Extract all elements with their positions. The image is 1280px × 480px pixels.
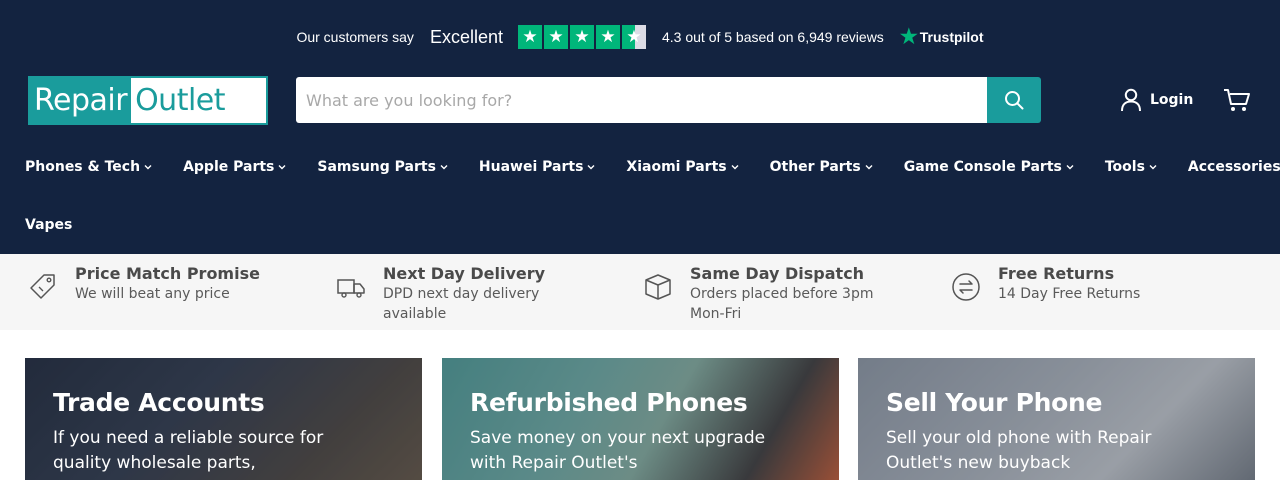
trustpilot-customers-say: Our customers say <box>296 29 414 45</box>
promise-subtitle: Orders placed before 3pm Mon-Fri <box>690 286 874 322</box>
nav-item-label: Other Parts <box>769 159 861 175</box>
nav-item-game-console-parts[interactable]: Game Console Parts <box>904 159 1075 175</box>
nav-item-vapes[interactable]: Vapes <box>25 217 72 233</box>
login-link[interactable]: Login <box>1120 86 1193 114</box>
promise-price-match: Price Match Promise We will beat any pri… <box>25 264 260 304</box>
main-nav: Phones & Tech Apple Parts Samsung Parts … <box>25 152 1280 242</box>
nav-item-apple-parts[interactable]: Apple Parts <box>183 159 287 175</box>
promise-title: Free Returns <box>998 264 1115 283</box>
chevron-down-icon <box>144 165 152 170</box>
promise-subtitle: DPD next day delivery available <box>383 286 540 322</box>
half-star-icon: ★ <box>621 25 646 49</box>
card-refurbished-phones[interactable]: Refurbished Phones Save money on your ne… <box>442 358 839 480</box>
chevron-down-icon <box>731 165 739 170</box>
trustpilot-bar[interactable]: Our customers say Excellent ★ ★ ★ ★ ★ 4.… <box>0 24 1280 50</box>
logo-part-repair: Repair <box>34 83 128 118</box>
box-icon <box>640 264 676 304</box>
site-logo[interactable]: Repair Outlet <box>28 76 268 125</box>
returns-icon <box>948 264 984 304</box>
card-title: Sell Your Phone <box>886 388 1103 417</box>
chevron-down-icon <box>278 165 286 170</box>
star-icon: ★ <box>569 25 594 49</box>
nav-item-label: Phones & Tech <box>25 159 141 175</box>
promise-next-day-delivery: Next Day Delivery DPD next day delivery … <box>333 264 583 324</box>
login-label: Login <box>1150 92 1194 108</box>
price-tag-icon <box>25 264 61 304</box>
nav-item-samsung-parts[interactable]: Samsung Parts <box>317 159 449 175</box>
nav-item-xiaomi-parts[interactable]: Xiaomi Parts <box>626 159 739 175</box>
nav-item-label: Apple Parts <box>183 159 275 175</box>
cart-icon <box>1224 89 1250 111</box>
card-trade-accounts[interactable]: Trade Accounts If you need a reliable so… <box>25 358 422 480</box>
card-sell-your-phone[interactable]: Sell Your Phone Sell your old phone with… <box>858 358 1255 480</box>
search-input[interactable] <box>296 77 987 123</box>
promise-free-returns: Free Returns 14 Day Free Returns <box>948 264 1140 304</box>
nav-item-tools[interactable]: Tools <box>1105 159 1158 175</box>
trustpilot-brand: Trustpilot <box>919 29 984 45</box>
nav-item-huawei-parts[interactable]: Huawei Parts <box>479 159 597 175</box>
chevron-down-icon <box>440 165 448 170</box>
delivery-truck-icon <box>333 264 369 304</box>
chevron-down-icon <box>587 165 595 170</box>
nav-item-other-parts[interactable]: Other Parts <box>770 159 874 175</box>
cart-button[interactable] <box>1222 86 1252 114</box>
promise-title: Next Day Delivery <box>383 264 546 283</box>
card-text: If you need a reliable source for qualit… <box>53 428 324 473</box>
search-icon <box>1005 91 1024 110</box>
trustpilot-verdict: Excellent <box>429 26 503 47</box>
star-icon: ★ <box>595 25 620 49</box>
trustpilot-logo[interactable]: ★ Trustpilot <box>900 27 984 47</box>
chevron-down-icon <box>1066 165 1074 170</box>
user-icon <box>1121 88 1141 112</box>
search-bar <box>296 77 1041 123</box>
nav-row-primary: Phones & Tech Apple Parts Samsung Parts … <box>25 152 1280 182</box>
card-text: Sell your old phone with Repair Outlet's… <box>886 428 1152 473</box>
nav-item-label: Tools <box>1104 159 1145 175</box>
promise-title: Price Match Promise <box>75 264 260 283</box>
card-text: Save money on your next upgrade with Rep… <box>470 428 766 473</box>
promise-subtitle: We will beat any price <box>75 286 230 302</box>
nav-row-secondary: Vapes <box>25 210 1265 240</box>
promise-subtitle: 14 Day Free Returns <box>998 286 1141 302</box>
nav-item-label: Xiaomi Parts <box>626 159 727 175</box>
nav-item-accessories[interactable]: Accessories <box>1188 159 1280 175</box>
promise-title: Same Day Dispatch <box>690 264 865 283</box>
nav-item-label: Samsung Parts <box>317 159 436 175</box>
nav-item-label: Game Console Parts <box>903 159 1062 175</box>
trustpilot-star-icon: ★ <box>899 26 918 48</box>
star-icon: ★ <box>543 25 568 49</box>
card-title: Refurbished Phones <box>470 388 748 417</box>
search-button[interactable] <box>987 77 1041 123</box>
chevron-down-icon <box>1149 165 1157 170</box>
chevron-down-icon <box>865 165 873 170</box>
nav-item-phones-tech[interactable]: Phones & Tech <box>25 159 153 175</box>
logo-part-outlet: Outlet <box>131 78 266 123</box>
promises-bar: Price Match Promise We will beat any pri… <box>0 254 1280 330</box>
promise-same-day-dispatch: Same Day Dispatch Orders placed before 3… <box>640 264 890 324</box>
site-header: Our customers say Excellent ★ ★ ★ ★ ★ 4.… <box>0 0 1280 254</box>
nav-item-label: Vapes <box>25 217 73 233</box>
nav-item-label: Accessories <box>1187 159 1280 175</box>
star-icon: ★ <box>517 25 542 49</box>
trustpilot-stars: ★ ★ ★ ★ ★ <box>517 25 646 49</box>
trustpilot-rating-text: 4.3 out of 5 based on 6,949 reviews <box>661 29 884 45</box>
nav-item-label: Huawei Parts <box>478 159 584 175</box>
card-title: Trade Accounts <box>53 388 265 417</box>
